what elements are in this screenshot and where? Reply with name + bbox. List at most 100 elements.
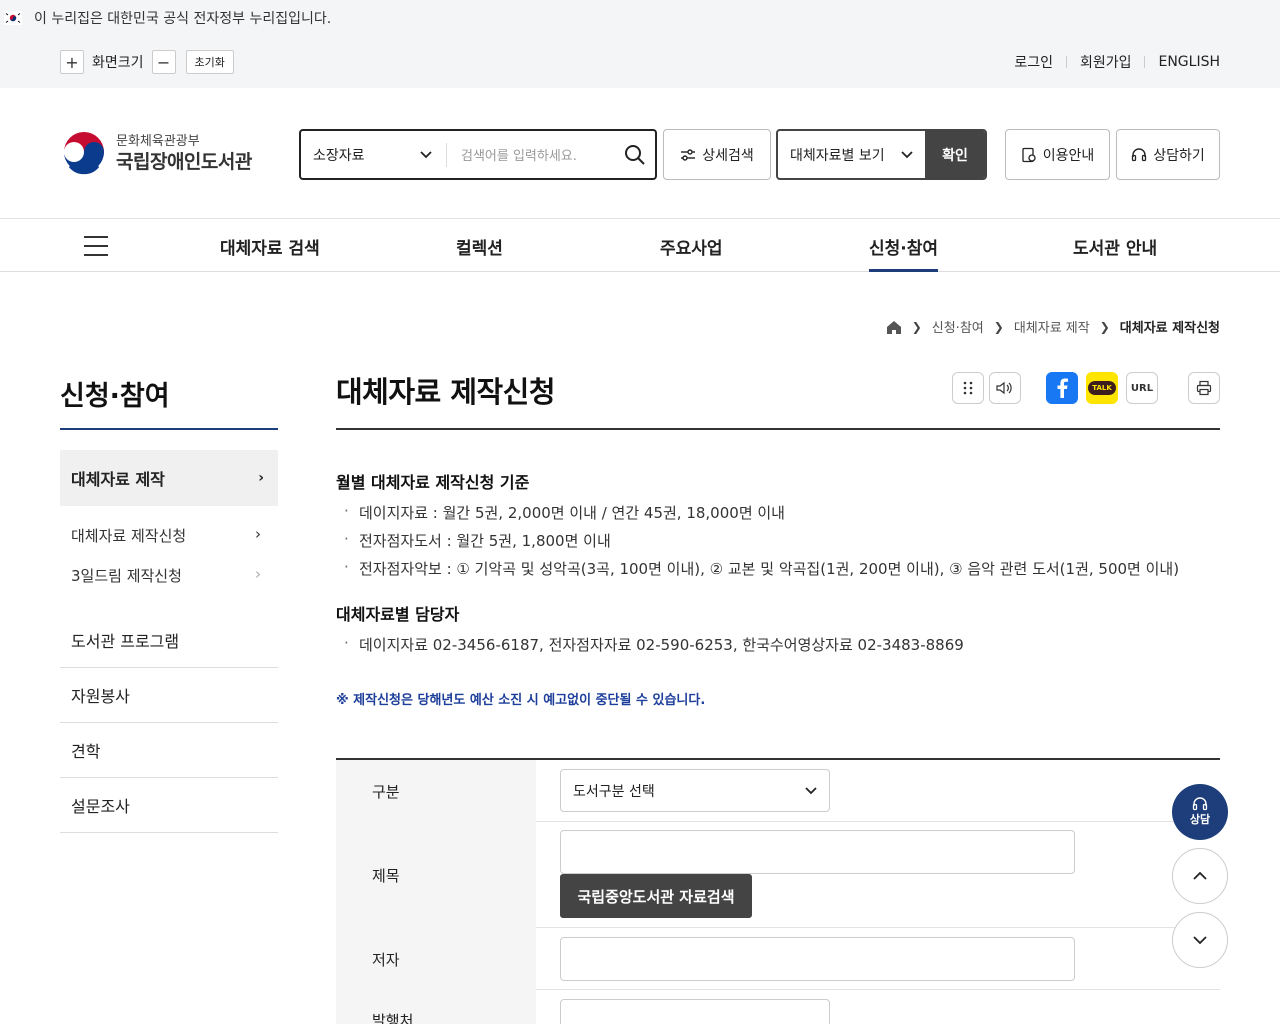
search-input[interactable]: 검색어를 입력하세요. <box>447 145 615 164</box>
form-row-divider <box>536 927 1220 928</box>
korean-flag-icon <box>4 11 22 25</box>
page-title: 대체자료 제작신청 <box>336 375 556 409</box>
floating-consult-label: 상담 <box>1189 813 1211 826</box>
search-scope-select[interactable]: 소장자료 <box>301 142 447 167</box>
facebook-icon[interactable] <box>1046 372 1078 404</box>
chevron-right-icon: ❯ <box>993 319 1004 334</box>
sidebar-item-volunteer[interactable]: 자원봉사 <box>60 668 278 723</box>
section-heading: 대체자료별 담당자 <box>336 605 460 624</box>
more-dots-icon[interactable] <box>952 372 984 404</box>
national-library-search-button[interactable]: 국립중앙도서관 자료검색 <box>560 874 752 918</box>
search-scope-value: 소장자료 <box>313 147 365 164</box>
search-bar: 소장자료 검색어를 입력하세요. <box>299 129 657 180</box>
sidebar-item-programs[interactable]: 도서관 프로그램 <box>60 613 278 668</box>
breadcrumb: ❯ 신청·참여 ❯ 대체자료 제작 ❯ 대체자료 제작신청 <box>886 317 1220 336</box>
gnb-item-participation[interactable]: 신청·참여 <box>869 220 939 272</box>
gov-banner-text: 이 누리집은 대한민국 공식 전자정부 누리집입니다. <box>34 11 332 27</box>
zoom-label: 화면크기 <box>92 55 144 71</box>
search-icon[interactable] <box>615 144 655 166</box>
info-bullet-text: 전자점자악보 : ① 기악곡 및 성악곡(3곡, 100면 이내), ② 교본 … <box>359 560 1180 578</box>
sidebar-item-label: 대체자료 제작 <box>71 470 165 489</box>
sidebar-item-tour[interactable]: 견학 <box>60 723 278 778</box>
consult-button[interactable]: 상담하기 <box>1116 129 1220 180</box>
scroll-bottom-button[interactable] <box>1172 912 1228 968</box>
util-links: 로그인 회원가입 ENGLISH <box>1014 52 1220 72</box>
chevron-right-icon: › <box>255 525 261 543</box>
sidebar-item-survey[interactable]: 설문조사 <box>60 778 278 833</box>
chevron-right-icon: › <box>258 470 264 486</box>
breadcrumb-item[interactable]: 대체자료 제작 <box>1014 317 1090 336</box>
detail-search-button[interactable]: 상세검색 <box>663 129 771 180</box>
floating-consult-button[interactable]: 상담 <box>1172 784 1228 840</box>
category-select[interactable]: 도서구분 선택 <box>560 769 830 812</box>
info-bullet: · 데이지자료 : 월간 5권, 2,000면 이내 / 연간 45권, 18,0… <box>344 502 785 522</box>
logo-library-name: 국립장애인도서관 <box>116 151 252 173</box>
breadcrumb-current: 대체자료 제작신청 <box>1119 321 1220 336</box>
sidebar-title-underline <box>60 428 278 430</box>
sidebar-title: 신청·참여 <box>60 381 170 412</box>
guide-button[interactable]: 이용안내 <box>1005 129 1110 180</box>
zoom-controls: + 화면크기 − 초기화 <box>60 50 234 74</box>
sidebar-item-alternative-production[interactable]: 대체자료 제작 › <box>60 450 278 506</box>
menu-icon[interactable] <box>84 236 108 256</box>
utility-bar: + 화면크기 − 초기화 로그인 회원가입 ENGLISH <box>0 36 1280 88</box>
copy-url-button[interactable]: URL <box>1126 372 1158 404</box>
publisher-input[interactable] <box>560 999 830 1024</box>
zoom-in-button[interactable]: + <box>60 50 84 74</box>
divider <box>1144 56 1146 68</box>
home-icon[interactable] <box>886 319 902 335</box>
breadcrumb-item[interactable]: 신청·참여 <box>932 317 984 336</box>
main-navigation: 대체자료 검색 컬렉션 주요사업 신청·참여 도서관 안내 <box>0 220 1280 272</box>
chevron-right-icon: ❯ <box>1099 319 1110 334</box>
chevron-up-icon <box>1193 872 1207 880</box>
category-select-value: 도서구분 선택 <box>573 783 655 800</box>
form-label-author: 저자 <box>336 928 536 990</box>
confirm-button[interactable]: 확인 <box>925 131 985 178</box>
view-type-select[interactable]: 대체자료별 보기 <box>778 131 925 178</box>
scroll-top-button[interactable] <box>1172 848 1228 904</box>
guide-label: 이용안내 <box>1042 147 1095 164</box>
form-label-category: 구분 <box>336 760 536 822</box>
form-label-title: 제목 <box>336 822 536 928</box>
zoom-out-button[interactable]: − <box>151 50 176 74</box>
sidebar-subitem-production-request[interactable]: 대체자료 제작신청 › <box>71 525 261 546</box>
gov-banner: 이 누리집은 대한민국 공식 전자정부 누리집입니다. <box>0 0 1280 36</box>
sidebar-subitem-label: 대체자료 제작신청 <box>71 527 187 545</box>
gnb-item-search[interactable]: 대체자료 검색 <box>220 220 320 272</box>
site-logo[interactable]: 문화체육관광부 국립장애인도서관 <box>60 130 252 178</box>
print-icon[interactable] <box>1188 372 1220 404</box>
headset-icon <box>1192 797 1208 811</box>
chevron-down-icon <box>420 150 432 158</box>
login-link[interactable]: 로그인 <box>1014 52 1053 72</box>
detail-search-label: 상세검색 <box>702 147 754 164</box>
gnb-item-collection[interactable]: 컬렉션 <box>456 220 503 272</box>
divider <box>1065 56 1067 68</box>
site-header: 문화체육관광부 국립장애인도서관 소장자료 검색어를 입력하세요. 상세검색 대… <box>0 88 1280 219</box>
chevron-right-icon: › <box>255 565 261 583</box>
gnb-item-projects[interactable]: 주요사업 <box>660 220 723 272</box>
title-divider <box>336 428 1220 430</box>
english-link[interactable]: ENGLISH <box>1158 54 1220 70</box>
chevron-down-icon <box>901 150 913 158</box>
info-bullet-text: 데이지자료 02-3456-6187, 전자점자자료 02-590-6253, … <box>359 636 964 654</box>
title-input[interactable] <box>560 830 1075 874</box>
form-label-publisher: 발행처 <box>336 990 536 1024</box>
document-icon <box>1022 147 1036 162</box>
speaker-icon[interactable] <box>989 372 1021 404</box>
headset-icon <box>1132 147 1147 161</box>
logo-ministry: 문화체육관광부 <box>116 134 200 149</box>
form-row-divider <box>536 821 1220 822</box>
sidebar-subitem-label: 3일드림 제작신청 <box>71 567 182 585</box>
zoom-reset-button[interactable]: 초기화 <box>185 50 234 74</box>
author-input[interactable] <box>560 937 1075 981</box>
gnb-item-about[interactable]: 도서관 안내 <box>1073 220 1157 272</box>
chevron-down-icon <box>805 786 817 794</box>
view-by-type: 대체자료별 보기 확인 <box>776 129 987 180</box>
chevron-down-icon <box>1193 936 1207 944</box>
signup-link[interactable]: 회원가입 <box>1080 52 1132 72</box>
kakaotalk-icon[interactable]: TALK <box>1086 372 1118 404</box>
sidebar-subitem-3day-dream[interactable]: 3일드림 제작신청 › <box>71 565 261 586</box>
logo-emblem-icon <box>62 132 106 176</box>
section-heading: 월별 대체자료 제작신청 기준 <box>336 473 530 492</box>
notice-text: ※ 제작신청은 당해년도 예산 소진 시 예고없이 중단될 수 있습니다. <box>336 693 706 708</box>
